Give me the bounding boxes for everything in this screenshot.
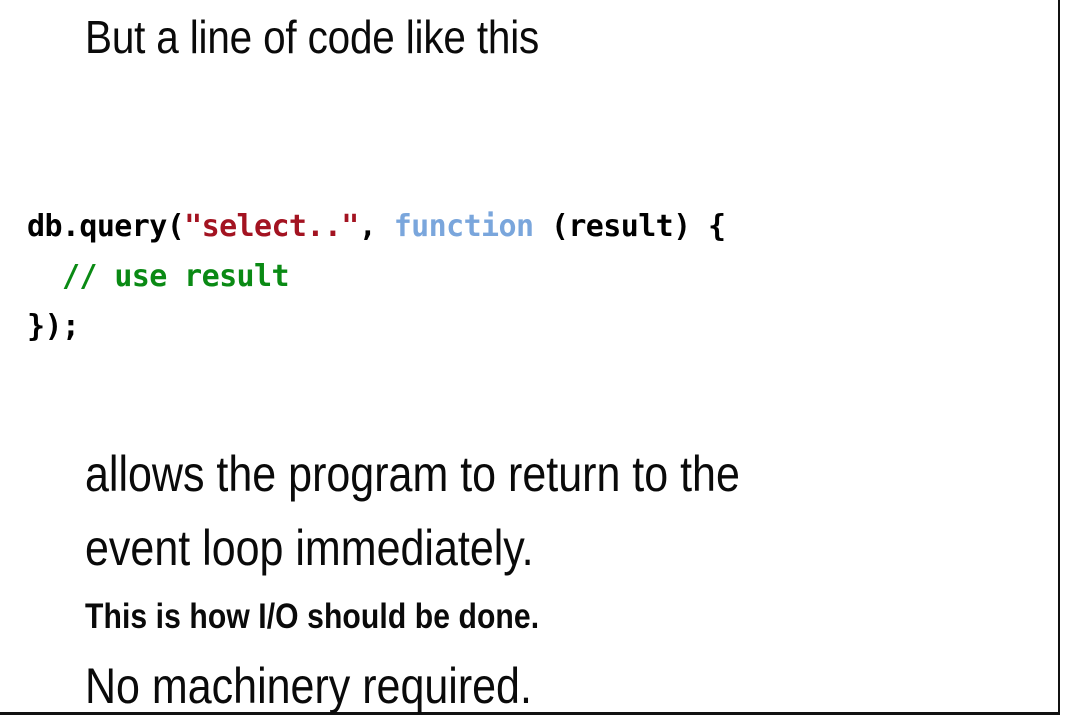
slide-canvas: But a line of code like this db.query("s…	[0, 0, 1066, 720]
code-token-comment: // use result	[61, 259, 290, 294]
code-line: db.query("select..", function (result) {	[27, 202, 726, 252]
body-line: No machinery required.	[85, 658, 532, 714]
code-token-plain: });	[27, 309, 80, 344]
code-token-plain: ,	[358, 209, 394, 244]
code-snippet: db.query("select..", function (result) {…	[27, 202, 726, 352]
code-line: });	[27, 302, 726, 352]
body-line-emphasis: This is how I/O should be done.	[85, 597, 540, 636]
code-token-plain: db.query(	[27, 209, 185, 244]
code-token-string: "select.."	[184, 209, 359, 244]
slide-headline: But a line of code like this	[85, 11, 540, 63]
code-token-keyword: function	[393, 209, 534, 244]
slide-body-text: allows the program to return to the event…	[85, 437, 1025, 720]
code-line: // use result	[27, 252, 726, 302]
right-border-rule	[1058, 0, 1060, 714]
code-token-plain: (result) {	[533, 209, 726, 244]
body-line: allows the program to return to the	[85, 446, 740, 502]
body-line: event loop immediately.	[85, 520, 534, 576]
